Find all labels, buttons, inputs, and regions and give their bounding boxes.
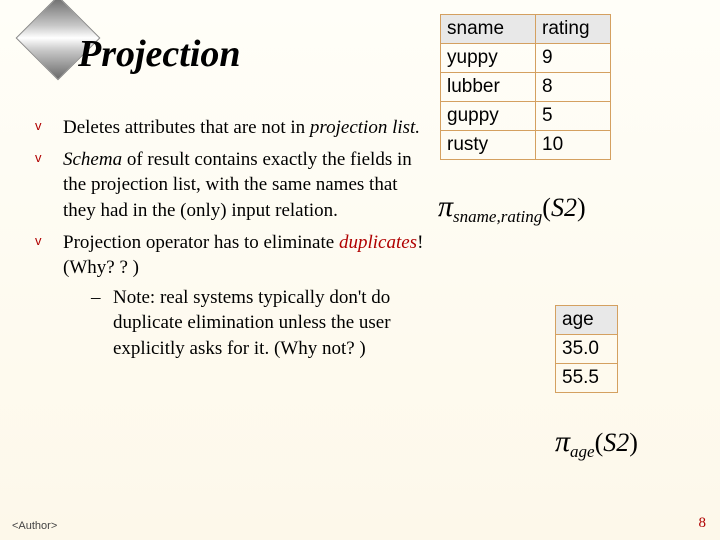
formula2-sub: age — [570, 442, 595, 461]
bullet-2: Schema of result contains exactly the fi… — [35, 147, 425, 224]
bullet-1-text-a: Deletes attributes that are not in — [63, 117, 310, 138]
pi-symbol-1: π — [438, 190, 453, 223]
t2-h0: age — [556, 306, 618, 335]
bullet-1-text-b: projection list. — [310, 117, 420, 138]
sub-bullet-1: Note: real systems typically don't do du… — [63, 285, 425, 362]
t1-r2c0: guppy — [441, 102, 536, 131]
bullet-2-text-a: Schema — [63, 149, 122, 170]
pi-symbol-2: π — [555, 425, 570, 458]
t1-r1c1: 8 — [536, 73, 611, 102]
projection-table-2: age 35.0 55.5 — [555, 305, 618, 393]
formula1-arg: S2 — [551, 193, 577, 222]
formula1-sub: sname,rating — [453, 207, 542, 226]
footer-author: <Author> — [12, 520, 57, 532]
bullet-3-text-b: duplicates — [339, 232, 417, 253]
bullet-3: Projection operator has to eliminate dup… — [35, 230, 425, 362]
t2-r1: 55.5 — [556, 364, 618, 393]
formula-1: πsname,rating(S2) — [438, 190, 586, 227]
formula2-arg: S2 — [603, 428, 629, 457]
t1-r0c1: 9 — [536, 44, 611, 73]
t1-r3c0: rusty — [441, 131, 536, 160]
bullet-1: Deletes attributes that are not in proje… — [35, 115, 425, 141]
footer-page: 8 — [699, 515, 707, 532]
t1-r1c0: lubber — [441, 73, 536, 102]
t1-h0: sname — [441, 15, 536, 44]
t1-h1: rating — [536, 15, 611, 44]
bullet-3-text-a: Projection operator has to eliminate — [63, 232, 339, 253]
t1-r3c1: 10 — [536, 131, 611, 160]
bullet-list: Deletes attributes that are not in proje… — [35, 115, 425, 368]
slide-title: Projection — [78, 32, 241, 76]
formula-2: πage(S2) — [555, 425, 638, 462]
t1-r2c1: 5 — [536, 102, 611, 131]
t1-r0c0: yuppy — [441, 44, 536, 73]
t2-r0: 35.0 — [556, 335, 618, 364]
projection-table-1: sname rating yuppy9 lubber8 guppy5 rusty… — [440, 14, 611, 160]
